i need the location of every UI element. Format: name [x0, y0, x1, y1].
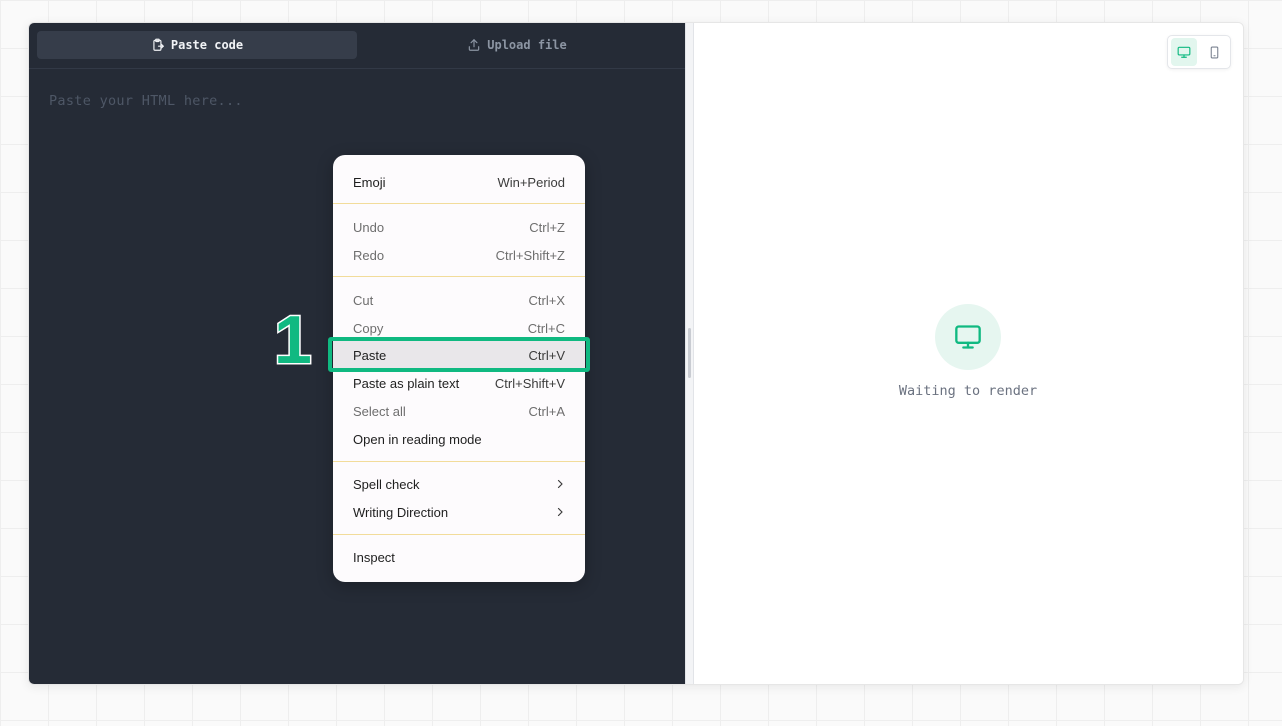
- menu-item-shortcut: Ctrl+C: [527, 320, 565, 336]
- menu-item-select-all[interactable]: Select all Ctrl+A: [333, 397, 585, 425]
- menu-item-label: Spell check: [353, 476, 420, 492]
- chevron-right-icon: [555, 479, 565, 489]
- panel-divider[interactable]: [685, 23, 694, 684]
- menu-item-label: Writing Direction: [353, 504, 449, 520]
- menu-item-label: Emoji: [353, 174, 386, 190]
- preview-panel: Waiting to render: [694, 23, 1243, 684]
- menu-item-undo[interactable]: Undo Ctrl+Z: [333, 213, 585, 241]
- menu-item-shortcut: Ctrl+Shift+Z: [495, 247, 565, 263]
- menu-item-paste-plain-text[interactable]: Paste as plain text Ctrl+Shift+V: [333, 369, 585, 397]
- menu-item-shortcut: Ctrl+A: [528, 403, 565, 419]
- menu-item-shortcut: Ctrl+Shift+V: [494, 375, 565, 391]
- menu-separator: [333, 203, 585, 204]
- menu-separator: [333, 534, 585, 535]
- menu-item-redo[interactable]: Redo Ctrl+Shift+Z: [333, 241, 585, 269]
- monitor-icon: [954, 323, 982, 351]
- menu-item-cut[interactable]: Cut Ctrl+X: [333, 286, 585, 314]
- menu-separator: [333, 276, 585, 277]
- menu-item-label: Inspect: [353, 549, 395, 565]
- step-number-annotation: 1: [273, 301, 314, 380]
- step-highlight-box: [328, 337, 590, 372]
- tab-bar: Paste code Upload file: [29, 23, 685, 69]
- menu-item-label: Paste as plain text: [353, 375, 460, 391]
- mobile-view-button[interactable]: [1201, 38, 1227, 66]
- menu-item-label: Open in reading mode: [353, 431, 482, 447]
- menu-item-emoji[interactable]: Emoji Win+Period: [333, 168, 585, 196]
- menu-item-label: Copy: [353, 320, 384, 336]
- menu-item-shortcut: Ctrl+X: [528, 292, 565, 308]
- app-window: Paste code Upload file Paste your HTML h…: [28, 22, 1244, 685]
- upload-icon: [467, 38, 481, 52]
- menu-item-shortcut: Ctrl+Z: [529, 219, 565, 235]
- menu-separator: [333, 461, 585, 462]
- desktop-icon: [1177, 45, 1191, 59]
- tab-paste-code-label: Paste code: [170, 38, 244, 52]
- menu-item-reading-mode[interactable]: Open in reading mode: [333, 425, 585, 453]
- waiting-status-text: Waiting to render: [898, 383, 1038, 399]
- tab-upload-file-label: Upload file: [487, 38, 567, 52]
- mobile-icon: [1208, 46, 1221, 59]
- tab-paste-code[interactable]: Paste code: [37, 31, 357, 59]
- menu-item-writing-direction[interactable]: Writing Direction: [333, 498, 585, 526]
- menu-item-shortcut: Win+Period: [497, 174, 565, 190]
- desktop-view-button[interactable]: [1171, 38, 1197, 66]
- menu-item-label: Redo: [353, 247, 385, 263]
- menu-item-label: Select all: [353, 403, 406, 419]
- chevron-right-icon: [555, 507, 565, 517]
- menu-item-label: Undo: [353, 219, 385, 235]
- clipboard-paste-icon: [151, 38, 165, 52]
- menu-item-label: Cut: [353, 292, 374, 308]
- html-code-input[interactable]: Paste your HTML here...: [49, 93, 243, 109]
- waiting-indicator: [935, 304, 1001, 370]
- device-toggle: [1167, 35, 1231, 69]
- tab-upload-file[interactable]: Upload file: [357, 31, 677, 59]
- menu-item-spell-check[interactable]: Spell check: [333, 470, 585, 498]
- menu-item-inspect[interactable]: Inspect: [333, 543, 585, 571]
- resize-handle[interactable]: [688, 328, 691, 378]
